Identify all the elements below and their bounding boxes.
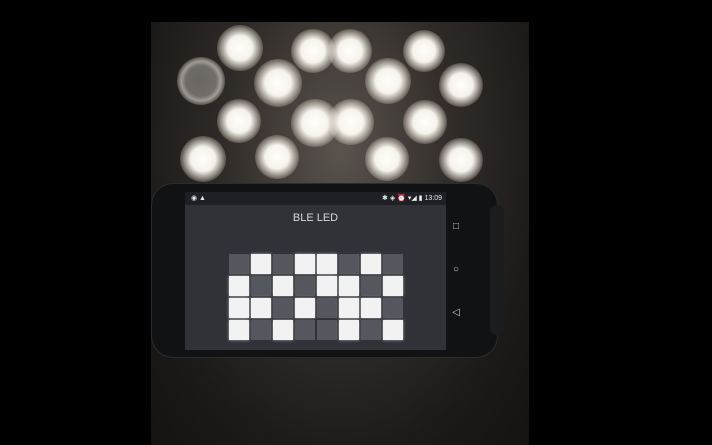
led-cell-r0-c0[interactable]	[229, 254, 249, 274]
led-cell-r1-c6[interactable]	[361, 276, 381, 296]
led-cell-r2-c4[interactable]	[317, 298, 337, 318]
led-cell-r3-c6[interactable]	[361, 320, 381, 340]
led-glow	[177, 57, 225, 105]
led-cell-r3-c1[interactable]	[251, 320, 271, 340]
status-time: 13:09	[424, 195, 442, 202]
led-glow	[365, 137, 409, 181]
recents-button[interactable]: □	[449, 220, 463, 234]
led-cell-r2-c7[interactable]	[383, 298, 403, 318]
home-button[interactable]: ○	[449, 263, 463, 277]
led-glow	[180, 136, 226, 182]
status-icons: ✱ ◈ ⏰ ▾◢ ▮	[382, 195, 423, 202]
led-cell-r0-c5[interactable]	[339, 254, 359, 274]
phone-screen: ◉ ▲ ✱ ◈ ⏰ ▾◢ ▮ 13:09 BLE LED	[185, 192, 446, 350]
app-title: BLE LED	[292, 212, 339, 224]
led-cell-r1-c5[interactable]	[339, 276, 359, 296]
led-glow	[328, 99, 374, 145]
led-cell-r2-c5[interactable]	[339, 298, 359, 318]
led-cell-r2-c1[interactable]	[251, 298, 271, 318]
led-glow	[217, 99, 261, 143]
led-cell-r3-c3[interactable]	[295, 320, 315, 340]
led-grid	[229, 254, 403, 340]
nav-bar: □ ○ ◁	[446, 192, 466, 350]
led-glow	[255, 135, 299, 179]
phone-edge	[490, 205, 504, 335]
led-cell-r0-c6[interactable]	[361, 254, 381, 274]
led-cell-r0-c3[interactable]	[295, 254, 315, 274]
led-cell-r0-c7[interactable]	[383, 254, 403, 274]
led-glow	[217, 25, 263, 71]
led-cell-r1-c2[interactable]	[273, 276, 293, 296]
led-cell-r1-c1[interactable]	[251, 276, 271, 296]
led-cell-r2-c6[interactable]	[361, 298, 381, 318]
led-glow	[254, 59, 302, 107]
led-cell-r1-c7[interactable]	[383, 276, 403, 296]
system-status: ✱ ◈ ⏰ ▾◢ ▮ 13:09	[382, 192, 442, 205]
led-glow	[403, 30, 445, 72]
led-cell-r3-c0[interactable]	[229, 320, 249, 340]
status-bar: ◉ ▲ ✱ ◈ ⏰ ▾◢ ▮ 13:09	[185, 192, 446, 205]
led-cell-r0-c4[interactable]	[317, 254, 337, 274]
led-cell-r0-c1[interactable]	[251, 254, 271, 274]
back-button[interactable]: ◁	[449, 306, 463, 320]
led-cell-r3-c2[interactable]	[273, 320, 293, 340]
led-cell-r3-c5[interactable]	[339, 320, 359, 340]
led-cell-r0-c2[interactable]	[273, 254, 293, 274]
led-glow	[439, 63, 483, 107]
led-cell-r3-c4[interactable]	[317, 320, 337, 340]
app-content: BLE LED	[185, 205, 446, 350]
led-glow	[403, 100, 447, 144]
led-cell-r1-c4[interactable]	[317, 276, 337, 296]
led-cell-r3-c7[interactable]	[383, 320, 403, 340]
notification-icons: ◉ ▲	[191, 195, 206, 202]
led-cell-r2-c0[interactable]	[229, 298, 249, 318]
led-cell-r2-c2[interactable]	[273, 298, 293, 318]
led-cell-r2-c3[interactable]	[295, 298, 315, 318]
led-glow	[439, 138, 483, 182]
led-cell-r1-c3[interactable]	[295, 276, 315, 296]
led-cell-r1-c0[interactable]	[229, 276, 249, 296]
led-glow	[365, 58, 411, 104]
led-glow	[328, 29, 372, 73]
